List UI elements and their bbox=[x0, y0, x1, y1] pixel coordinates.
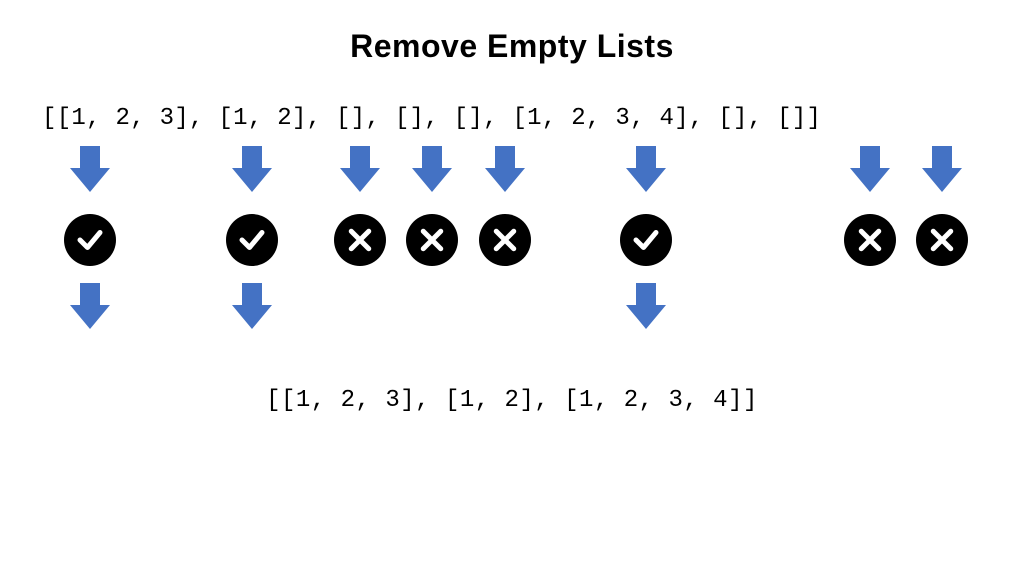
keep-check-icon bbox=[226, 214, 278, 266]
down-arrow-icon bbox=[626, 146, 666, 192]
remove-cross-icon bbox=[479, 214, 531, 266]
output-list: [[1, 2, 3], [1, 2], [1, 2, 3, 4]] bbox=[0, 387, 1024, 414]
down-arrow-icon bbox=[850, 146, 890, 192]
keep-check-icon bbox=[64, 214, 116, 266]
down-arrow-icon bbox=[70, 146, 110, 192]
remove-cross-icon bbox=[844, 214, 896, 266]
down-arrow-icon bbox=[232, 283, 272, 329]
arrow-row-top bbox=[0, 146, 1024, 198]
down-arrow-icon bbox=[922, 146, 962, 192]
down-arrow-icon bbox=[70, 283, 110, 329]
arrow-row-bottom bbox=[0, 283, 1024, 335]
decision-row bbox=[0, 214, 1024, 268]
remove-cross-icon bbox=[916, 214, 968, 266]
remove-cross-icon bbox=[406, 214, 458, 266]
down-arrow-icon bbox=[626, 283, 666, 329]
down-arrow-icon bbox=[340, 146, 380, 192]
down-arrow-icon bbox=[232, 146, 272, 192]
remove-cross-icon bbox=[334, 214, 386, 266]
keep-check-icon bbox=[620, 214, 672, 266]
down-arrow-icon bbox=[412, 146, 452, 192]
down-arrow-icon bbox=[485, 146, 525, 192]
input-list: [[1, 2, 3], [1, 2], [], [], [], [1, 2, 3… bbox=[0, 105, 1024, 132]
page-title: Remove Empty Lists bbox=[0, 28, 1024, 65]
